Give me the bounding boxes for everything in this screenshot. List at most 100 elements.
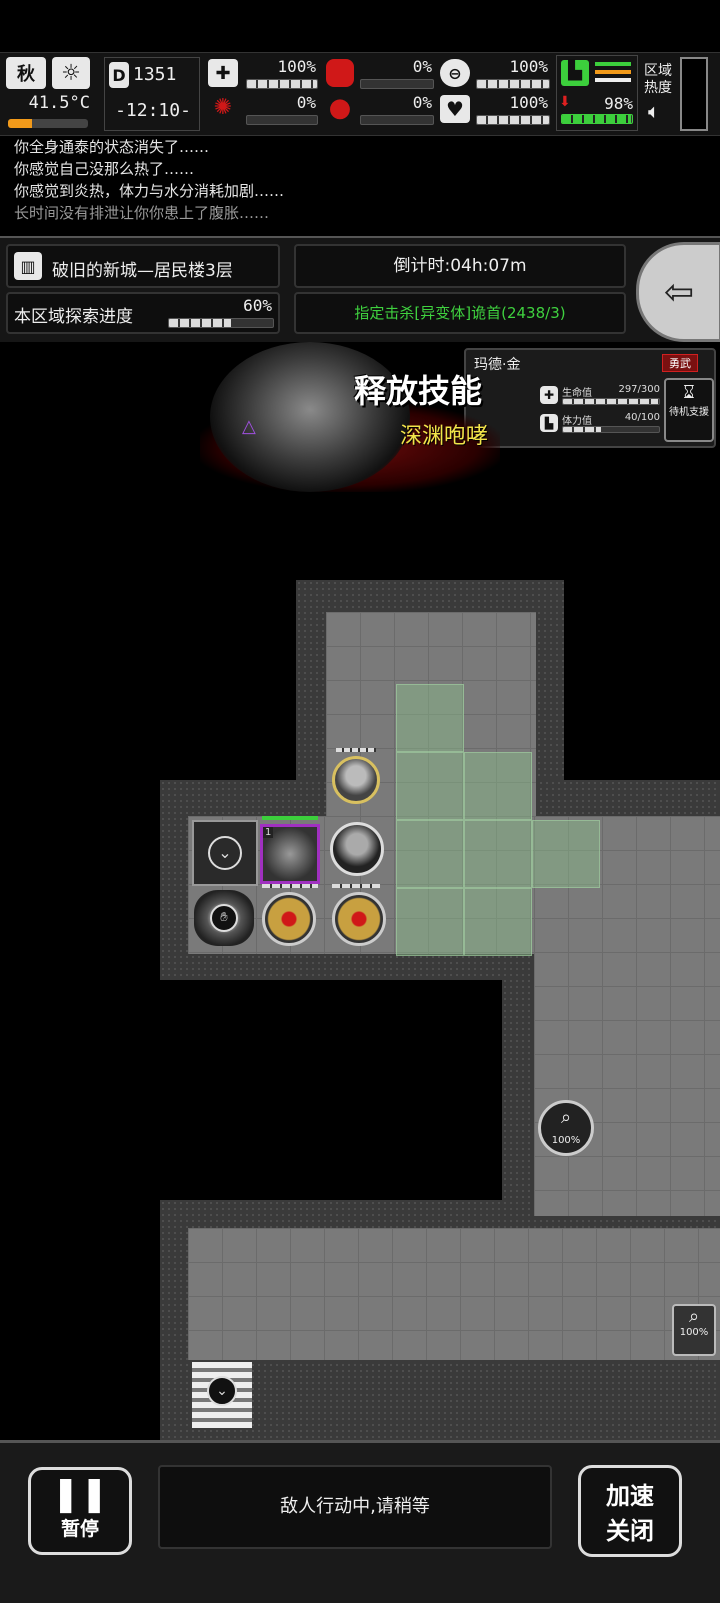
hp-label: 生命值 <box>562 388 592 399</box>
door-tile[interactable]: ⌄ <box>192 820 258 886</box>
turret-token[interactable] <box>262 892 316 946</box>
speed-label-1: 加速 <box>606 1482 654 1510</box>
move-tile[interactable] <box>396 888 464 956</box>
stamina-bar <box>561 114 633 124</box>
enemy-hp-bar <box>262 816 318 820</box>
boot-icon: ▙ <box>561 60 589 86</box>
ally-token-man[interactable] <box>332 756 380 804</box>
sun-icon: ☼ <box>52 57 90 89</box>
temperature-value: 41.5°C <box>28 93 90 113</box>
move-tile[interactable] <box>396 684 464 752</box>
mission-text: 指定击杀[异变体]诡首(2438/3) <box>354 304 566 322</box>
monster-portrait <box>210 342 410 492</box>
stamina-down-arrow-icon: ⬇ <box>559 94 571 110</box>
pause-icon: ❚❚ <box>51 1474 109 1514</box>
speaker-icon[interactable]: 🔈︎ <box>648 99 660 123</box>
calendar-icon: D <box>109 62 129 88</box>
fullness-pct: 100% <box>509 57 548 76</box>
search-pct: 100% <box>679 1327 709 1338</box>
temperature-bar <box>8 119 88 128</box>
move-tile[interactable] <box>464 752 532 820</box>
season-text: 秋 <box>17 64 35 85</box>
season-badge: 秋 <box>6 57 46 89</box>
medkit-icon: ✚ <box>208 59 238 87</box>
stamina-box: ▙ ⬇ 98% <box>556 55 638 131</box>
countdown-box: 倒计时:04h:07m <box>294 244 626 288</box>
bottle-icon: ⊖ <box>440 59 470 87</box>
zone-heat-meter <box>680 57 708 131</box>
speed-label-2: 关闭 <box>606 1517 654 1545</box>
stomach-bar <box>360 79 434 89</box>
enemy-token[interactable]: 1 <box>260 824 320 884</box>
message-box: 敌人行动中,请稍等 <box>158 1465 552 1549</box>
bleed-pct: 0% <box>412 93 432 112</box>
game-map[interactable]: ⌄ ✋︎ 1 ⌕ 100% ⌕ 100% ⌄ <box>0 580 720 1440</box>
explore-label: 本区域探索进度 <box>14 307 133 327</box>
rubble-tile[interactable]: ✋︎ <box>194 890 254 946</box>
location-name: 破旧的新城—居民楼3层 <box>52 261 233 281</box>
countdown: 倒计时:04h:07m <box>393 256 527 276</box>
health-pct: 100% <box>277 57 316 76</box>
stamina-bar-small <box>562 426 660 433</box>
log-line: 你全身通泰的状态消失了…… <box>14 138 210 156</box>
search-marker[interactable]: ⌕ 100% <box>538 1100 594 1156</box>
move-tile[interactable] <box>396 752 464 820</box>
log-line: 你感觉到炎热，体力与水分消耗加剧…… <box>14 182 285 200</box>
rune-icon: △ <box>242 416 256 437</box>
search-pct: 100% <box>551 1135 581 1146</box>
stomach-pct: 0% <box>412 57 432 76</box>
floor[interactable] <box>188 1228 720 1360</box>
health-bar <box>246 79 318 89</box>
infection-pct: 0% <box>296 93 316 112</box>
explore-pct: 60% <box>243 296 272 315</box>
fullness-bar <box>476 79 550 89</box>
building-icon: ▥ <box>14 252 42 280</box>
date-time-box: D 1351 -12:10- <box>104 57 200 131</box>
enemy-level: 1 <box>263 827 274 838</box>
magnifier-icon: ⌕ <box>560 1107 572 1128</box>
location-box: ▥ 破旧的新城—居民楼3层 <box>6 244 280 288</box>
hp-icon: ✚ <box>540 386 558 404</box>
stamina-value: 40/100 <box>624 412 660 423</box>
ally-token-woman[interactable] <box>330 822 384 876</box>
turret-token[interactable] <box>332 892 386 946</box>
heart-icon: ♥ <box>440 95 470 123</box>
virus-icon: ✺ <box>213 95 233 120</box>
exit-button[interactable]: ⇦ <box>636 242 720 342</box>
location-panel: ▥ 破旧的新城—居民楼3层 倒计时:04h:07m 本区域探索进度 60% 指定… <box>0 236 720 342</box>
log-line: 你感觉自己没那么热了…… <box>14 160 195 178</box>
status-bar: 秋 ☼ 41.5°C D 1351 -12:10- ✚ 100% ✺ 0% 0%… <box>0 52 720 136</box>
move-tile[interactable] <box>396 820 464 888</box>
day-counter: 1351 <box>133 64 177 85</box>
pause-button[interactable]: ❚❚ 暂停 <box>28 1467 132 1555</box>
character-tag: 勇武 <box>662 354 698 372</box>
turret-hp-bar <box>332 884 380 888</box>
turret-hp-bar <box>262 884 318 888</box>
stamina-pct: 98% <box>604 94 633 113</box>
stamina-boot-icon: ▙ <box>540 414 558 432</box>
move-tile[interactable] <box>464 820 532 888</box>
search-marker[interactable]: ⌕ 100% <box>672 1304 716 1356</box>
explore-bar <box>168 318 274 328</box>
blood-drop-icon: ● <box>328 93 352 123</box>
skill-name: 深渊咆哮 <box>400 424 489 449</box>
skill-banner: △ 释放技能 深渊咆哮 <box>190 342 520 502</box>
move-tile[interactable] <box>464 888 532 956</box>
speed-toggle-button[interactable]: 加速 关闭 <box>578 1465 682 1557</box>
support-button[interactable]: ⌛︎ 待机支援 <box>664 378 714 442</box>
zone-heat-label: 区域热度 <box>644 63 672 96</box>
ally-hp-bar <box>336 748 376 752</box>
bottom-bar: ❚❚ 暂停 敌人行动中,请稍等 加速 关闭 <box>0 1440 720 1603</box>
support-label: 待机支援 <box>669 407 709 418</box>
pause-label: 暂停 <box>60 1518 99 1540</box>
stomach-icon <box>326 59 354 87</box>
message-log[interactable]: 你全身通泰的状态消失了…… 你感觉自己没那么热了…… 你感觉到炎热，体力与水分消… <box>14 136 714 224</box>
mission-box[interactable]: 指定击杀[异变体]诡首(2438/3) <box>294 292 626 334</box>
stairs-tile[interactable]: ⌄ <box>192 1362 252 1428</box>
mood-bar <box>476 115 550 125</box>
hp-value: 297/300 <box>618 384 660 395</box>
status-message: 敌人行动中,请稍等 <box>280 1496 430 1517</box>
stamina-label: 体力值 <box>562 416 592 427</box>
infection-bar <box>246 115 318 125</box>
move-tile[interactable] <box>532 820 600 888</box>
